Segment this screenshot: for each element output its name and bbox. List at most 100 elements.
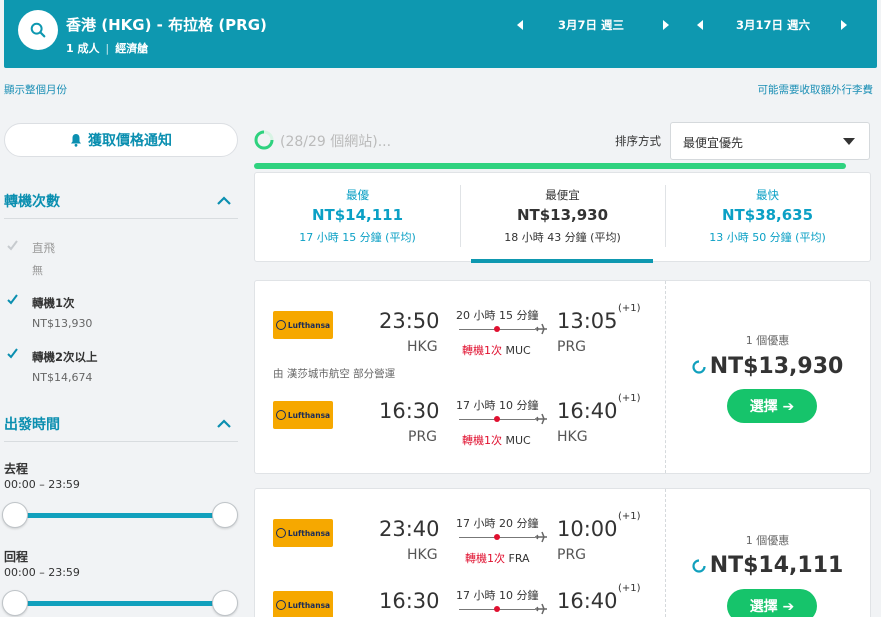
outbound-slider-max-handle[interactable] <box>212 502 238 528</box>
prev-return-date-button[interactable] <box>694 17 706 31</box>
airline-name: Lufthansa <box>287 410 331 420</box>
deal-count: 1 個優惠 <box>745 534 790 547</box>
stop-dot <box>494 326 500 332</box>
destination-code: HKG <box>557 429 588 445</box>
depart-date[interactable]: 3月7日 週三 <box>558 17 624 33</box>
outbound-range: 00:00 – 23:59 <box>4 478 80 491</box>
stop-option-label[interactable]: 轉機2次以上 <box>32 349 98 365</box>
stop-option-price: NT$13,930 <box>32 317 93 330</box>
route-title[interactable]: 香港 (HKG) - 布拉格 (PRG) <box>66 14 267 35</box>
chevron-up-icon[interactable] <box>216 419 232 429</box>
sort-tabs: 最優 NT$14,111 17 小時 15 分鐘 (平均) 最便宜 NT$13,… <box>254 172 871 263</box>
tab-cheapest[interactable]: 最便宜 NT$13,930 18 小時 43 分鐘 (平均) <box>460 173 665 261</box>
return-date[interactable]: 3月17日 週六 <box>736 17 810 33</box>
active-tab-indicator <box>471 259 653 263</box>
arrival-time: 16:40 <box>557 399 618 423</box>
price-alert-button[interactable]: 獲取價格通知 <box>4 123 238 157</box>
deal-price: NT$13,930 <box>665 354 870 379</box>
return-slider-min-handle[interactable] <box>2 590 28 616</box>
divider <box>4 441 238 442</box>
outbound-slider-track[interactable] <box>14 513 226 518</box>
tab-fastest[interactable]: 最快 NT$38,635 13 小時 50 分鐘 (平均) <box>665 173 870 261</box>
price-value: NT$13,930 <box>709 354 844 379</box>
airline-logo: Lufthansa <box>273 519 333 547</box>
stop-option-price: 無 <box>32 264 43 277</box>
bell-icon <box>71 134 81 147</box>
tab-price: NT$14,111 <box>311 206 404 224</box>
search-progress-text: (28/29 個網站)... <box>280 134 392 150</box>
origin-code: PRG <box>408 429 438 445</box>
tab-best[interactable]: 最優 NT$14,111 17 小時 15 分鐘 (平均) <box>255 173 460 261</box>
plane-icon <box>535 603 547 615</box>
tab-title: 最便宜 <box>545 188 580 202</box>
next-day-indicator: (+1) <box>618 583 641 594</box>
show-month-link[interactable]: 顯示整個月份 <box>4 82 67 97</box>
tab-title: 最快 <box>756 188 779 202</box>
tab-price: NT$38,635 <box>721 206 814 224</box>
plane-icon <box>535 323 547 335</box>
next-depart-date-button[interactable] <box>660 17 672 31</box>
result-card[interactable]: Lufthansa 23:40 HKG 17 小時 20 分鐘 轉機1次 FRA… <box>254 488 871 617</box>
departure-time: 23:40 <box>379 517 440 541</box>
search-button[interactable] <box>18 10 58 50</box>
passenger-cabin[interactable]: 1 成人 | 經濟艙 <box>66 40 148 56</box>
stop-info: 轉機1次 MUC <box>462 432 531 448</box>
plane-icon <box>535 531 547 543</box>
origin-code: HKG <box>407 547 438 563</box>
stop-count: 轉機1次 <box>462 344 502 357</box>
flight-duration: 17 小時 20 分鐘 <box>456 517 539 530</box>
triangle-left-icon <box>697 20 703 30</box>
crane-icon <box>275 600 286 610</box>
airline-name: Lufthansa <box>287 528 331 538</box>
checkmark-icon[interactable] <box>6 293 19 306</box>
return-slider-max-handle[interactable] <box>212 590 238 616</box>
tab-title: 最優 <box>346 188 369 202</box>
next-day-indicator: (+1) <box>618 303 641 314</box>
return-label: 回程 <box>4 550 29 564</box>
triangle-right-icon <box>841 20 847 30</box>
passenger-count: 1 成人 <box>66 42 100 55</box>
checkmark-icon[interactable] <box>6 347 19 360</box>
flight-duration: 17 小時 10 分鐘 <box>456 399 539 412</box>
flight-duration: 17 小時 10 分鐘 <box>456 589 539 602</box>
result-card[interactable]: Lufthansa 23:50 HKG 20 小時 15 分鐘 轉機1次 MUC… <box>254 280 871 474</box>
chevron-up-icon[interactable] <box>216 196 232 206</box>
stop-option-label[interactable]: 轉機1次 <box>32 295 75 311</box>
checkmark-icon[interactable] <box>6 239 19 252</box>
operated-by: 由 漢莎城市航空 部分營運 <box>273 368 396 380</box>
sort-value: 最便宜優先 <box>683 136 744 150</box>
sort-dropdown[interactable]: 最便宜優先 <box>670 122 870 160</box>
stop-option-price: NT$14,674 <box>32 371 93 384</box>
outbound-slider-min-handle[interactable] <box>2 502 28 528</box>
caret-down-icon <box>843 138 855 145</box>
plane-icon <box>535 413 547 425</box>
select-button[interactable]: 選擇 ➔ <box>727 589 817 617</box>
search-icon <box>30 22 46 38</box>
stop-airport: MUC <box>505 434 531 447</box>
stops-filter-title[interactable]: 轉機次數 <box>4 191 60 211</box>
return-range: 00:00 – 23:59 <box>4 566 80 579</box>
departure-filter-title[interactable]: 出發時間 <box>4 414 60 434</box>
stop-airport: FRA <box>508 552 530 565</box>
deal-price: NT$14,111 <box>665 553 870 578</box>
stop-info: 轉機1次 MUC <box>462 342 531 358</box>
return-slider-track[interactable] <box>14 601 226 606</box>
stop-count: 轉機1次 <box>465 552 505 565</box>
select-button[interactable]: 選擇 ➔ <box>727 389 817 423</box>
baggage-fees-link[interactable]: 可能需要收取額外行李費 <box>758 82 874 97</box>
arrival-time: 13:05 <box>557 309 618 333</box>
stop-dot <box>494 416 500 422</box>
next-day-indicator: (+1) <box>618 393 641 404</box>
airline-logo: Lufthansa <box>273 401 333 429</box>
origin-code: HKG <box>407 339 438 355</box>
crane-icon <box>275 410 286 420</box>
crane-icon <box>275 320 286 330</box>
tab-duration: 13 小時 50 分鐘 (平均) <box>709 231 826 244</box>
loading-spinner-icon <box>254 130 274 150</box>
prev-depart-date-button[interactable] <box>514 17 526 31</box>
next-return-date-button[interactable] <box>838 17 850 31</box>
airline-logo: Lufthansa <box>273 591 333 617</box>
sort-label: 排序方式 <box>615 134 661 148</box>
stop-option-label[interactable]: 直飛 <box>32 240 55 256</box>
arrival-time: 16:40 <box>557 589 618 613</box>
